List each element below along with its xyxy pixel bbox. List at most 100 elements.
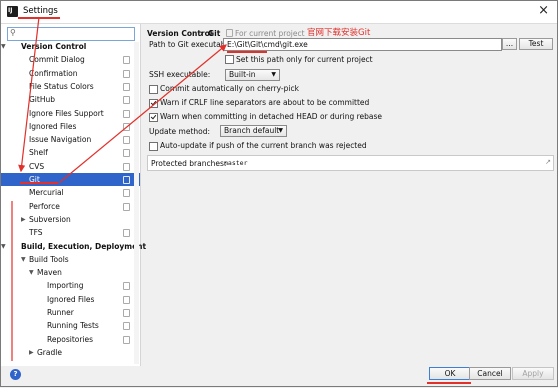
sidebar-item-label: Build, Execution, Deployment — [21, 241, 147, 251]
project-scope-icon — [123, 176, 130, 184]
chevron-down-icon[interactable]: ▼ — [29, 266, 34, 279]
project-scope-icon — [123, 122, 130, 131]
project-scope-icon — [123, 202, 130, 211]
close-icon[interactable]: × — [538, 3, 549, 18]
project-scope-icon — [226, 29, 233, 37]
settings-sidebar: ⚲ ▼ Version Control Commit Dialog Confirmat… — [1, 24, 146, 366]
sidebar-item-label: Git — [29, 175, 40, 184]
project-scope-icon — [123, 189, 130, 198]
project-scope-icon — [123, 282, 130, 291]
sidebar-item-label: Confirmation — [29, 68, 78, 78]
ssh-label: SSH executable: — [149, 70, 211, 79]
option-checkbox[interactable] — [149, 113, 158, 122]
protected-branches-field[interactable]: Protected branches: master ↗ — [147, 155, 554, 171]
chevron-down-icon: ▼ — [278, 127, 283, 134]
sidebar-item-label: Issue Navigation — [29, 135, 92, 145]
sidebar-item-maven[interactable]: ▼ Maven — [1, 266, 140, 279]
apply-button[interactable]: Apply — [512, 367, 554, 380]
sidebar-item-label: Gradle — [37, 347, 62, 357]
auto-update-checkbox[interactable] — [149, 142, 158, 151]
project-scope-icon — [123, 136, 130, 145]
sidebar-item-file-status-colors[interactable]: File Status Colors — [1, 80, 140, 93]
project-scope-icon — [123, 96, 130, 105]
option-label: Warn when committing in detached HEAD or… — [160, 112, 383, 121]
project-scope-icon — [123, 309, 130, 317]
sidebar-item-subversion[interactable]: ▶ Subversion — [1, 213, 140, 226]
expand-icon[interactable]: ↗ — [545, 158, 551, 166]
option-checkbox[interactable] — [149, 85, 158, 94]
project-scope-icon — [123, 109, 130, 118]
annotation-download-git: 官网下载安装Git — [307, 28, 371, 38]
sidebar-item-ignored-files[interactable]: Ignored Files — [1, 120, 140, 133]
sidebar-item-repositories[interactable]: Repositories — [1, 333, 140, 346]
intellij-logo-icon — [7, 6, 18, 17]
sidebar-item-mercurial[interactable]: Mercurial — [1, 186, 140, 199]
sidebar-item-label: Ignored Files — [29, 121, 77, 131]
breadcrumb-note: For current project — [235, 29, 305, 38]
window-title: Settings — [23, 6, 58, 16]
sidebar-item-runner[interactable]: Runner — [1, 306, 140, 319]
option-checkbox[interactable] — [149, 99, 158, 108]
sidebar-item-cvs[interactable]: CVS — [1, 160, 140, 173]
git-red-underline — [20, 182, 58, 184]
search-input[interactable]: ⚲ — [7, 27, 135, 41]
protected-branches-value[interactable]: master — [224, 159, 247, 167]
sidebar-item-label: Mercurial — [29, 188, 64, 198]
chevron-down-icon[interactable]: ▼ — [1, 40, 6, 53]
sidebar-item-label: Version Control — [21, 42, 87, 51]
help-icon[interactable]: ? — [10, 369, 21, 380]
sidebar-item-version-control[interactable]: ▼ Version Control — [1, 40, 140, 53]
sidebar-item-label: Subversion — [29, 214, 71, 224]
sidebar-item-running-tests[interactable]: Running Tests — [1, 319, 140, 332]
sidebar-item-label: Shelf — [29, 148, 48, 158]
title-red-underline — [18, 17, 60, 19]
sidebar-item-importing[interactable]: Importing — [1, 279, 140, 292]
sidebar-item-label: Maven — [37, 268, 62, 278]
sidebar-item-git[interactable]: Git — [1, 173, 140, 186]
dialog-footer: ? OK Cancel Apply — [1, 366, 557, 386]
search-icon: ⚲ — [10, 28, 16, 37]
update-method-value: Branch default — [224, 126, 280, 135]
sidebar-scrollbar[interactable] — [134, 42, 139, 364]
project-scope-icon — [123, 295, 130, 304]
sidebar-item-label: Running Tests — [47, 321, 99, 331]
breadcrumb-separator: › — [200, 29, 204, 38]
update-method-label: Update method: — [149, 127, 211, 136]
sidebar-item-github[interactable]: GitHub — [1, 93, 140, 106]
cancel-button[interactable]: Cancel — [469, 367, 511, 380]
auto-update-label: Auto-update if push of the current branc… — [160, 141, 367, 150]
set-path-only-checkbox[interactable] — [225, 55, 234, 64]
sidebar-item-ignore-files-support[interactable]: Ignore Files Support — [1, 107, 140, 120]
project-scope-icon — [123, 82, 130, 91]
project-scope-icon — [123, 162, 130, 171]
path-red-underline — [227, 51, 267, 53]
sidebar-item-label: TFS — [29, 228, 43, 238]
update-method-select[interactable]: Branch default ▼ — [220, 125, 287, 137]
sidebar-item-label: Build Tools — [29, 254, 69, 264]
browse-button[interactable]: ... — [502, 38, 517, 50]
sidebar-item-build-execution-deployment[interactable]: ▼ Build, Execution, Deployment — [1, 240, 146, 253]
chevron-down-icon[interactable]: ▼ — [21, 253, 26, 266]
project-scope-icon — [123, 229, 130, 238]
chevron-right-icon[interactable]: ▶ — [29, 346, 34, 359]
sidebar-item-ignored-files[interactable]: Ignored Files — [1, 293, 140, 306]
project-scope-icon — [123, 56, 130, 65]
sidebar-item-confirmation[interactable]: Confirmation — [1, 67, 140, 80]
ssh-executable-select[interactable]: Built-in ▼ — [225, 69, 280, 81]
project-scope-icon — [123, 335, 130, 344]
ok-button[interactable]: OK — [429, 367, 471, 380]
sidebar-item-shelf[interactable]: Shelf — [1, 146, 140, 159]
chevron-down-icon[interactable]: ▼ — [1, 240, 6, 253]
sidebar-item-gradle[interactable]: ▶ Gradle — [1, 346, 140, 359]
sidebar-item-commit-dialog[interactable]: Commit Dialog — [1, 53, 140, 66]
git-path-input[interactable]: E:\Git\Git\cmd\git.exe — [223, 38, 502, 51]
option-label: Commit automatically on cherry-pick — [160, 84, 299, 93]
sidebar-item-label: Importing — [47, 281, 84, 291]
sidebar-item-issue-navigation[interactable]: Issue Navigation — [1, 133, 140, 146]
test-button[interactable]: Test — [519, 38, 553, 50]
sidebar-item-label: CVS — [29, 161, 45, 171]
sidebar-item-tfs[interactable]: TFS — [1, 226, 140, 239]
sidebar-item-perforce[interactable]: Perforce — [1, 200, 140, 213]
sidebar-item-build-tools[interactable]: ▼ Build Tools — [1, 253, 140, 266]
chevron-right-icon[interactable]: ▶ — [21, 213, 26, 226]
